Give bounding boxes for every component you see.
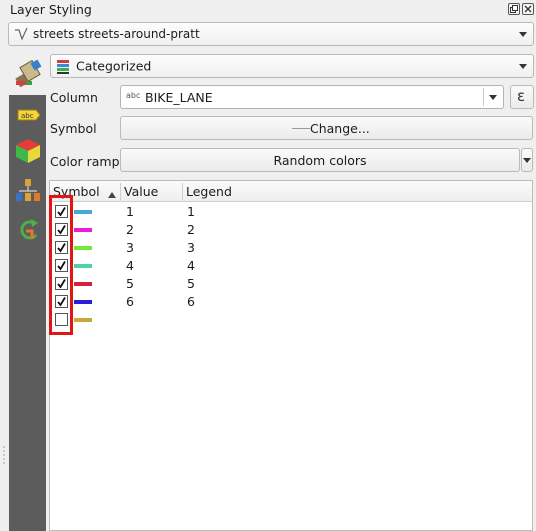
color-ramp-button[interactable]: Random colors <box>120 148 520 172</box>
symbol-swatch[interactable] <box>74 300 92 304</box>
resize-handle[interactable] <box>3 445 5 467</box>
category-value: 1 <box>126 204 134 219</box>
symbol-swatch[interactable] <box>74 210 92 214</box>
color-ramp-value: Random colors <box>273 153 367 168</box>
category-legend: 2 <box>187 222 195 237</box>
symbol-swatch[interactable] <box>74 246 92 250</box>
history-icon[interactable] <box>14 217 42 245</box>
category-legend: 3 <box>187 240 195 255</box>
table-row[interactable]: 66 <box>50 293 532 311</box>
categories-table[interactable]: Symbol Value Legend 112233445566 <box>49 180 533 531</box>
category-value: 2 <box>126 222 134 237</box>
line-layer-icon <box>13 26 29 45</box>
symbol-swatch[interactable] <box>74 282 92 286</box>
svg-text:abc: abc <box>21 112 34 120</box>
close-icon[interactable] <box>522 3 534 15</box>
chevron-down-icon <box>523 158 531 163</box>
field-divider <box>483 88 484 106</box>
labels-icon[interactable]: abc <box>14 101 42 129</box>
category-value: 5 <box>126 276 134 291</box>
sort-ascending-icon <box>108 187 116 201</box>
style-sidebar: abc <box>9 95 46 531</box>
category-legend: 1 <box>187 204 195 219</box>
expression-icon: ε <box>517 87 526 105</box>
category-value: 6 <box>126 294 134 309</box>
column-divider <box>120 183 121 200</box>
table-row[interactable]: 33 <box>50 239 532 257</box>
3d-view-icon[interactable] <box>14 137 42 165</box>
paint-brush-icon <box>14 59 46 88</box>
renderer-select[interactable]: Categorized <box>50 54 534 78</box>
chevron-down-icon <box>519 64 527 69</box>
line-symbol-preview <box>292 128 310 129</box>
color-ramp-menu-button[interactable] <box>521 148 533 172</box>
chevron-down-icon[interactable] <box>489 95 497 100</box>
layer-select[interactable]: streets streets-around-pratt <box>8 22 534 46</box>
color-ramp-label: Color ramp <box>50 154 120 169</box>
category-legend: 6 <box>187 294 195 309</box>
title-bar: Layer Styling <box>0 0 536 20</box>
table-row[interactable]: 55 <box>50 275 532 293</box>
table-row[interactable]: 44 <box>50 257 532 275</box>
column-header-value[interactable]: Value <box>124 184 158 199</box>
table-header: Symbol Value Legend <box>50 181 532 202</box>
column-value: BIKE_LANE <box>145 90 213 105</box>
highlight-box <box>49 195 73 335</box>
symbol-change-button[interactable]: Change... <box>120 116 533 140</box>
symbol-swatch[interactable] <box>74 318 92 322</box>
column-field[interactable]: abc BIKE_LANE <box>120 85 504 109</box>
category-legend: 5 <box>187 276 195 291</box>
table-row[interactable]: 11 <box>50 203 532 221</box>
symbol-swatch[interactable] <box>74 228 92 232</box>
table-row[interactable] <box>50 311 532 329</box>
layer-tree-icon[interactable] <box>14 177 42 205</box>
table-row[interactable]: 22 <box>50 221 532 239</box>
category-legend: 4 <box>187 258 195 273</box>
column-header-legend[interactable]: Legend <box>186 184 232 199</box>
panel-title: Layer Styling <box>10 2 92 17</box>
column-divider <box>182 183 183 200</box>
symbol-change-label: Change... <box>310 121 370 136</box>
category-value: 3 <box>126 240 134 255</box>
text-type-icon: abc <box>126 91 141 100</box>
symbol-label: Symbol <box>50 121 97 136</box>
categorized-icon <box>56 59 72 78</box>
float-icon[interactable] <box>508 3 520 15</box>
expression-button[interactable]: ε <box>510 85 534 109</box>
symbol-swatch[interactable] <box>74 264 92 268</box>
layer-select-value: streets streets-around-pratt <box>33 27 200 41</box>
renderer-select-value: Categorized <box>76 58 152 74</box>
chevron-down-icon <box>519 32 527 37</box>
column-label: Column <box>50 90 98 105</box>
category-value: 4 <box>126 258 134 273</box>
